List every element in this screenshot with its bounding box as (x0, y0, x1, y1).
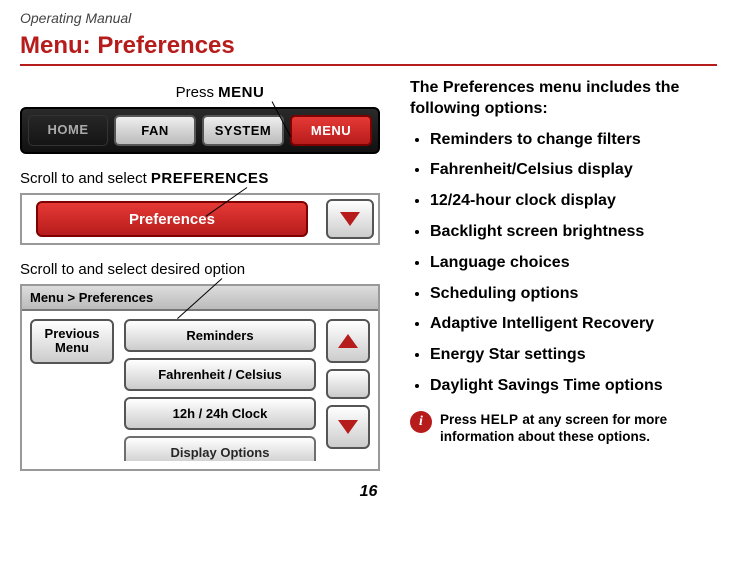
list-item: Language choices (430, 253, 717, 274)
option-clock[interactable]: 12h / 24h Clock (124, 397, 316, 430)
list-item: Adaptive Intelligent Recovery (430, 314, 717, 335)
preferences-word: PREFERENCES (151, 170, 269, 187)
list-item: Reminders to change filters (430, 130, 717, 151)
page-number: 16 (20, 483, 717, 501)
option-reminders[interactable]: Reminders (124, 319, 316, 352)
intro-text: The Preferences menu includes the follow… (410, 78, 717, 120)
menu-word: MENU (218, 84, 264, 101)
breadcrumb: Menu > Preferences (22, 286, 378, 311)
caption-press-menu: Press MENU (40, 84, 400, 101)
preferences-button[interactable]: Preferences (36, 201, 308, 237)
list-item: Scheduling options (430, 284, 717, 305)
scroll-down-button[interactable] (326, 199, 374, 239)
thermostat-nav-bar: HOME FAN SYSTEM MENU (20, 107, 380, 154)
scroll-thumb[interactable] (326, 369, 370, 399)
list-item: Energy Star settings (430, 345, 717, 366)
caption-press-menu-prefix: Press (176, 84, 219, 101)
nav-home[interactable]: HOME (28, 115, 108, 146)
manual-header: Operating Manual (20, 10, 717, 26)
caption-scroll-option: Scroll to and select desired option (20, 261, 380, 278)
list-item: 12/24-hour clock display (430, 191, 717, 212)
previous-menu-line1: Previous (45, 326, 100, 341)
previous-menu-button[interactable]: Previous Menu (30, 319, 114, 364)
help-word: HELP (481, 412, 519, 427)
triangle-down-icon (338, 420, 358, 434)
options-list: Reminders Fahrenheit / Celsius 12h / 24h… (124, 319, 316, 461)
list-item: Backlight screen brightness (430, 222, 717, 243)
nav-system[interactable]: SYSTEM (202, 115, 284, 146)
triangle-up-icon (338, 334, 358, 348)
triangle-down-icon (340, 212, 360, 226)
preferences-panel: Menu > Preferences Previous Menu Reminde… (20, 284, 380, 471)
help-prefix: Press (440, 412, 481, 427)
bullet-list: Reminders to change filters Fahrenheit/C… (410, 130, 717, 397)
help-text: Press HELP at any screen for more inform… (440, 411, 717, 446)
list-item: Fahrenheit/Celsius display (430, 160, 717, 181)
info-icon: i (410, 411, 432, 433)
list-item: Daylight Savings Time options (430, 376, 717, 397)
option-display[interactable]: Display Options (124, 436, 316, 461)
caption-scroll-preferences-prefix: Scroll to and select (20, 170, 151, 187)
scroll-down-button[interactable] (326, 405, 370, 449)
option-fahrenheit-celsius[interactable]: Fahrenheit / Celsius (124, 358, 316, 391)
previous-menu-line2: Menu (55, 340, 89, 355)
caption-scroll-preferences: Scroll to and select PREFERENCES (20, 170, 380, 187)
page-title: Menu: Preferences (20, 32, 717, 66)
nav-fan[interactable]: FAN (114, 115, 196, 146)
preferences-bar: Preferences (20, 193, 380, 245)
scroll-up-button[interactable] (326, 319, 370, 363)
nav-menu[interactable]: MENU (290, 115, 372, 146)
